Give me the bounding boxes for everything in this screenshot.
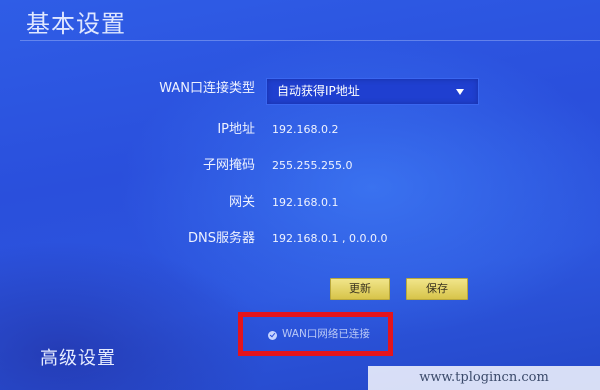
wan-type-value: 自动获得IP地址: [277, 84, 360, 98]
gateway-value: 192.168.0.1: [272, 196, 339, 209]
wan-type-label: WAN口连接类型: [159, 81, 255, 96]
title-divider: [20, 40, 600, 41]
dns-value: 192.168.0.1 , 0.0.0.0: [272, 232, 388, 245]
advanced-settings-title[interactable]: 高级设置: [40, 344, 116, 370]
dns-row: DNS服务器 192.168.0.1 , 0.0.0.0: [0, 226, 600, 252]
refresh-button[interactable]: 更新: [330, 278, 390, 300]
wan-type-select[interactable]: 自动获得IP地址: [266, 78, 479, 105]
dns-label: DNS服务器: [188, 231, 255, 246]
mask-label: 子网掩码: [202, 158, 255, 173]
gateway-label: 网关: [228, 195, 255, 210]
watermark: www.tplogincn.com: [368, 366, 600, 390]
ip-label: IP地址: [217, 122, 255, 137]
mask-value: 255.255.255.0: [272, 159, 353, 172]
save-button[interactable]: 保存: [406, 278, 468, 300]
mask-row: 子网掩码 255.255.255.0: [0, 153, 600, 179]
gateway-row: 网关 192.168.0.1: [0, 190, 600, 216]
ip-row: IP地址 192.168.0.2: [0, 117, 600, 143]
check-circle-icon: [268, 331, 277, 340]
page-title: 基本设置: [26, 10, 126, 38]
ip-value: 192.168.0.2: [272, 123, 339, 136]
status-text: WAN口网络已连接: [282, 328, 370, 340]
chevron-down-icon: [456, 89, 464, 95]
